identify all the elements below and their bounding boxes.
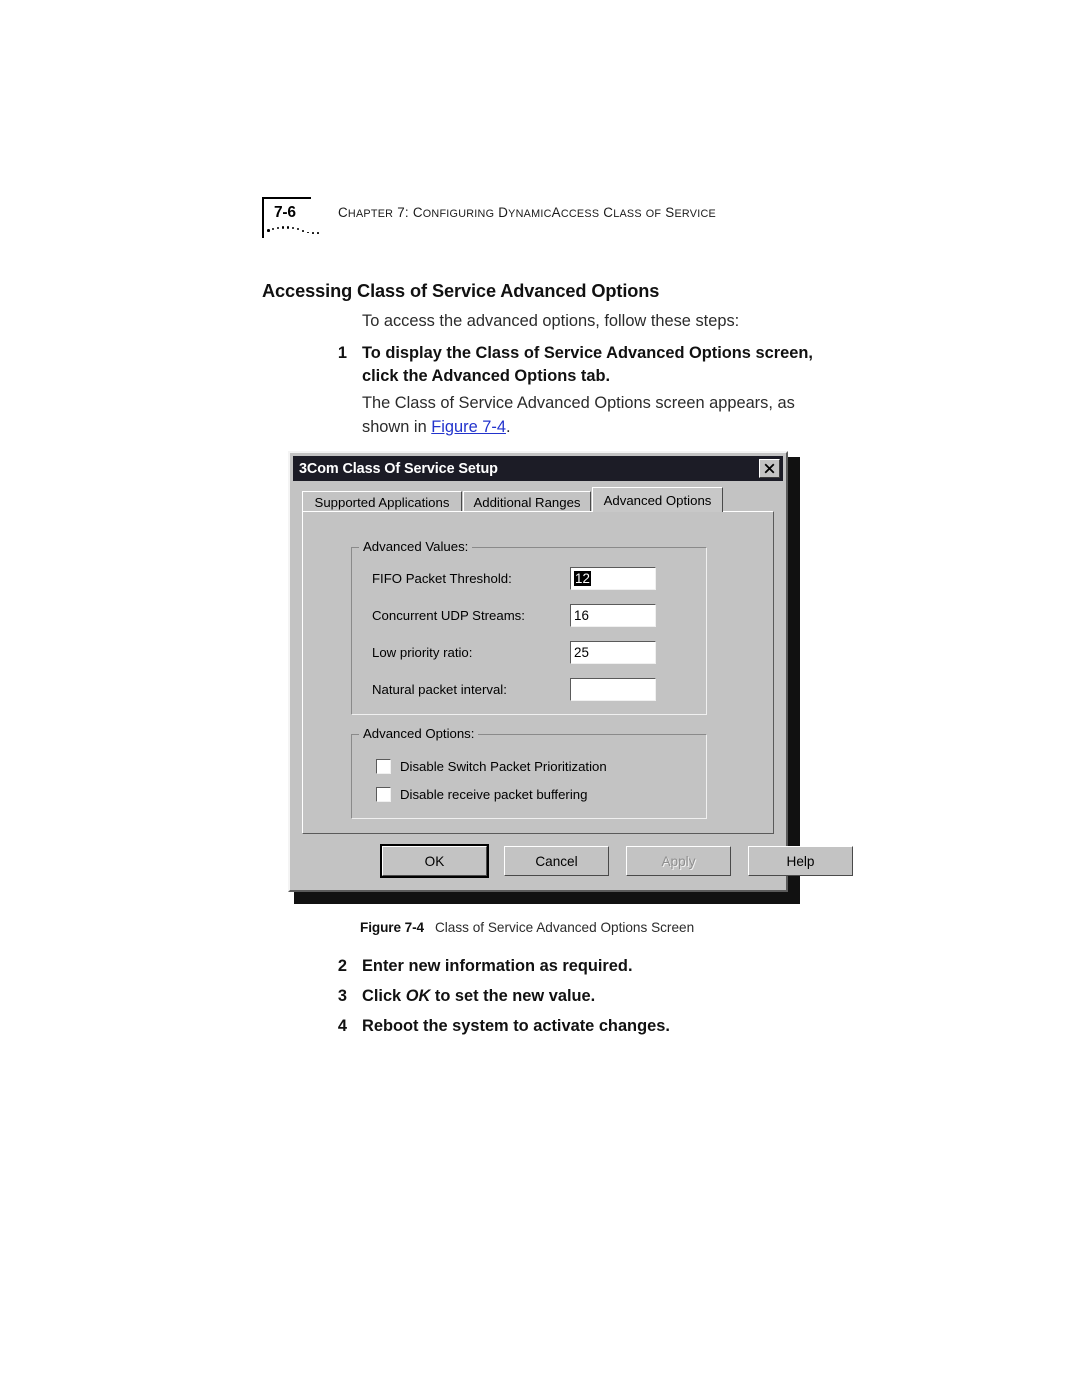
ok-button[interactable]: OK [380, 844, 489, 878]
cancel-button-label: Cancel [535, 853, 578, 869]
checkbox-row-disable-receive-packet-buffering[interactable]: Disable receive packet buffering [376, 783, 587, 805]
step-1-number: 1 [337, 344, 347, 362]
step-3-emphasis: OK [405, 987, 431, 1005]
advanced-options-group-title: Advanced Options: [359, 726, 479, 741]
checkbox-row-disable-switch-packet-prioritization[interactable]: Disable Switch Packet Prioritization [376, 755, 607, 777]
figure-crossreference-link[interactable]: Figure 7-4 [431, 418, 506, 436]
body-paragraph-suffix: . [505, 417, 511, 436]
step-3-number: 3 [337, 987, 347, 1005]
dialog-window: 3Com Class Of Service Setup Supported Ap… [288, 451, 853, 892]
cancel-button[interactable]: Cancel [504, 846, 609, 876]
tab-advanced-options-label: Advanced Options [603, 492, 712, 508]
step-2-text: Enter new information as required. [362, 957, 633, 975]
header-dot-ornament [267, 224, 325, 236]
step-1: 1 To display the Class of Service Advanc… [325, 342, 817, 387]
low-priority-ratio-label: Low priority ratio: [372, 644, 473, 660]
concurrent-udp-streams-input[interactable]: 16 [570, 603, 656, 627]
dialog-button-bar: OK Cancel Apply Help [302, 844, 853, 878]
figure-caption: Figure 7-4 Class of Service Advanced Opti… [360, 920, 694, 935]
step-1-text: To display the Class of Service Advanced… [362, 344, 813, 385]
disable-switch-packet-prioritization-checkbox[interactable] [376, 758, 391, 774]
step-4: 4 Reboot the system to activate changes. [325, 1015, 817, 1038]
step-3-text: Click OK to set the new value. [362, 985, 817, 1008]
field-row-low-priority-ratio: Low priority ratio: 25 [372, 638, 702, 666]
step-2-number: 2 [337, 957, 347, 975]
figure-dialog-screenshot: 3Com Class Of Service Setup Supported Ap… [288, 451, 853, 904]
natural-packet-interval-input[interactable] [570, 677, 656, 701]
header-rule-top [262, 197, 311, 199]
advanced-values-group-title: Advanced Values: [359, 539, 473, 554]
close-icon [764, 463, 775, 474]
advanced-options-group: Advanced Options: Disable Switch Packet … [351, 726, 707, 819]
ok-button-label: OK [424, 853, 445, 869]
disable-switch-packet-prioritization-label: Disable Switch Packet Prioritization [400, 758, 607, 774]
dialog-titlebar: 3Com Class Of Service Setup [293, 456, 783, 481]
tab-supported-applications-label: Supported Applications [314, 494, 450, 510]
low-priority-ratio-value: 25 [574, 644, 589, 660]
header-rule-left [262, 197, 264, 238]
page-folio: 7-6 [274, 204, 296, 221]
disable-receive-packet-buffering-checkbox[interactable] [376, 786, 391, 802]
dialog-title: 3Com Class Of Service Setup [299, 460, 498, 477]
figure-caption-label: Figure 7-4 [360, 920, 424, 935]
disable-receive-packet-buffering-label: Disable receive packet buffering [400, 786, 588, 802]
concurrent-udp-streams-label: Concurrent UDP Streams: [372, 607, 525, 623]
intro-paragraph: To access the advanced options, follow t… [362, 312, 740, 330]
tab-supported-applications[interactable]: Supported Applications [302, 491, 462, 512]
dialog-tab-pane: Advanced Values: FIFO Packet Threshold: … [302, 511, 774, 834]
fifo-packet-threshold-label: FIFO Packet Threshold: [372, 570, 512, 586]
help-button-label: Help [786, 853, 815, 869]
fifo-packet-threshold-input[interactable]: 12 [570, 566, 656, 590]
running-head: CHAPTER 7: CONFIGURING DYNAMICACCESS CLA… [338, 205, 716, 220]
concurrent-udp-streams-value: 16 [574, 607, 589, 623]
apply-button-label: Apply [661, 853, 696, 869]
step-3-prefix: Click [362, 987, 406, 1005]
tab-additional-ranges-label: Additional Ranges [473, 494, 581, 510]
help-button[interactable]: Help [748, 846, 853, 876]
close-button[interactable] [759, 459, 780, 478]
advanced-values-group: Advanced Values: FIFO Packet Threshold: … [351, 539, 707, 715]
step-2: 2 Enter new information as required. [325, 955, 817, 978]
tab-additional-ranges[interactable]: Additional Ranges [463, 491, 591, 512]
field-row-fifo-packet-threshold: FIFO Packet Threshold: 12 [372, 564, 702, 592]
step-4-number: 4 [337, 1017, 347, 1035]
dialog-tabstrip: Supported Applications Additional Ranges… [302, 487, 774, 512]
step-3: 3 Click OK to set the new value. [325, 985, 817, 1008]
page-header: 7-6 CHAPTER 7: CONFIGURING DYNAMICACCESS… [262, 197, 822, 247]
field-row-natural-packet-interval: Natural packet interval: [372, 675, 702, 703]
tab-advanced-options[interactable]: Advanced Options [592, 487, 723, 512]
natural-packet-interval-label: Natural packet interval: [372, 681, 507, 697]
apply-button: Apply [626, 846, 731, 876]
fifo-packet-threshold-value: 12 [574, 570, 591, 586]
page-title: Accessing Class of Service Advanced Opti… [262, 281, 660, 301]
field-row-concurrent-udp-streams: Concurrent UDP Streams: 16 [372, 601, 702, 629]
step-3-suffix: to set the new value. [430, 987, 596, 1005]
low-priority-ratio-input[interactable]: 25 [570, 640, 656, 664]
figure-caption-text: Class of Service Advanced Options Screen [434, 920, 695, 935]
step-4-text: Reboot the system to activate changes. [362, 1017, 670, 1035]
body-paragraph-prefix: The Class of Service Advanced Options sc… [362, 394, 795, 436]
body-paragraph: The Class of Service Advanced Options sc… [362, 392, 814, 439]
